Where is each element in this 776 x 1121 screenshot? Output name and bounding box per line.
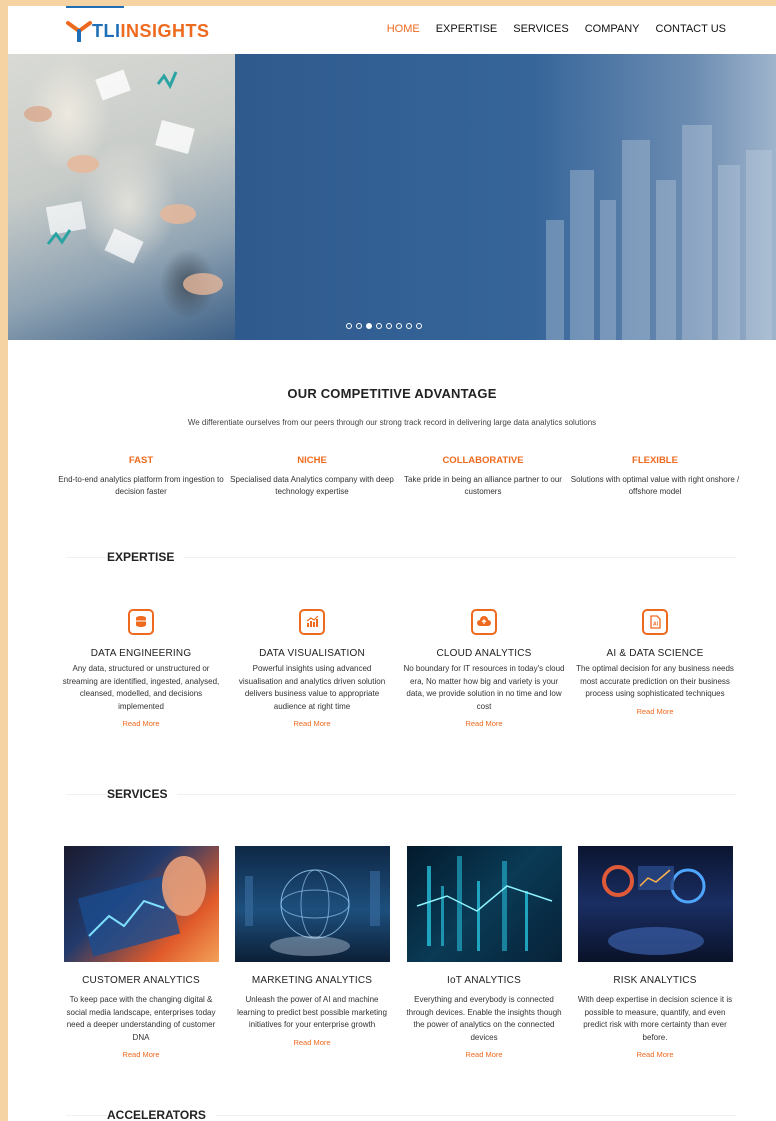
logo-text-tli: TLI: [92, 20, 121, 41]
read-more-link[interactable]: Read More: [574, 707, 736, 716]
service-desc: To keep pace with the changing digital &…: [66, 995, 216, 1042]
accelerators-heading-label: ACCELERATORS: [107, 1108, 216, 1121]
advantage-flexible: FLEXIBLE Solutions with optimal value wi…: [570, 455, 740, 498]
service-customer-analytics: CUSTOMER ANALYTICS To keep pace with the…: [60, 846, 222, 1059]
expertise-data-visualisation: DATA VISUALISATION Powerful insights usi…: [231, 609, 393, 728]
read-more-link[interactable]: Read More: [60, 1050, 222, 1059]
advantage-item-desc: Solutions with optimal value with right …: [570, 475, 740, 496]
advantage-item-title: COLLABORATIVE: [442, 455, 524, 466]
service-desc: Everything and everybody is connected th…: [406, 995, 562, 1042]
logo-mark-icon: [66, 21, 92, 42]
services-heading-label: SERVICES: [107, 787, 178, 801]
advantage-niche: NICHE Specialised data Analytics company…: [227, 455, 397, 498]
read-more-link[interactable]: Read More: [403, 1050, 565, 1059]
advantage-subtitle: We differentiate ourselves from our peer…: [187, 418, 597, 427]
logo-top-bar: [66, 6, 124, 8]
expertise-desc: No boundary for IT resources in today's …: [403, 664, 565, 711]
expertise-desc: Any data, structured or unstructured or …: [62, 664, 220, 711]
expertise-title: DATA ENGINEERING: [90, 648, 192, 659]
city-skyline: [536, 114, 776, 340]
service-title: CUSTOMER ANALYTICS: [82, 975, 200, 986]
slider-dot-2[interactable]: [356, 323, 362, 329]
nav-services[interactable]: SERVICES: [513, 23, 568, 35]
logo-text-insights: INSIGHTS: [120, 20, 210, 41]
expertise-title: AI & DATA SCIENCE: [606, 648, 704, 659]
advantage-fast: FAST End-to-end analytics platform from …: [56, 455, 226, 498]
service-iot-analytics: IoT ANALYTICS Everything and everybody i…: [403, 846, 565, 1059]
hero-slider: [8, 54, 776, 340]
nav-expertise[interactable]: EXPERTISE: [436, 23, 498, 35]
expertise-desc: The optimal decision for any business ne…: [576, 664, 734, 698]
expertise-title: CLOUD ANALYTICS: [436, 648, 532, 659]
database-icon: [128, 609, 154, 635]
page: TLI INSIGHTS HOME EXPERTISE SERVICES COMP…: [8, 6, 776, 1121]
nav-home[interactable]: HOME: [387, 23, 420, 35]
service-title: RISK ANALYTICS: [613, 975, 697, 986]
slider-dot-4[interactable]: [376, 323, 382, 329]
advantage-title: OUR COMPETITIVE ADVANTAGE: [287, 386, 497, 401]
svg-text:AI: AI: [653, 622, 659, 628]
services-heading: SERVICES: [66, 787, 736, 801]
advantage-item-title: NICHE: [297, 455, 327, 466]
advantage-item-title: FLEXIBLE: [632, 455, 678, 466]
read-more-link[interactable]: Read More: [231, 719, 393, 728]
hero-city-overlay: [235, 54, 776, 340]
iot-analytics-image[interactable]: [406, 846, 562, 962]
cloud-icon: [471, 609, 497, 635]
read-more-link[interactable]: Read More: [60, 719, 222, 728]
service-title: MARKETING ANALYTICS: [251, 975, 373, 986]
expertise-title: DATA VISUALISATION: [259, 648, 365, 659]
service-risk-analytics: RISK ANALYTICS With deep expertise in de…: [574, 846, 736, 1059]
slider-dot-1[interactable]: [346, 323, 352, 329]
service-desc: Unleash the power of AI and machine lear…: [237, 995, 387, 1029]
slider-dot-6[interactable]: [396, 323, 402, 329]
advantage-collaborative: COLLABORATIVE Take pride in being an all…: [398, 455, 568, 498]
slider-dots: [346, 323, 422, 329]
expertise-ai-data-science: AI AI & DATA SCIENCE The optimal decisio…: [574, 609, 736, 716]
accelerators-heading: ACCELERATORS: [66, 1108, 736, 1121]
slider-dot-7[interactable]: [406, 323, 412, 329]
advantage-item-desc: End-to-end analytics platform from inges…: [58, 475, 224, 496]
expertise-heading: EXPERTISE: [66, 550, 736, 564]
service-desc: With deep expertise in decision science …: [577, 995, 733, 1042]
slider-dot-8[interactable]: [416, 323, 422, 329]
read-more-link[interactable]: Read More: [574, 1050, 736, 1059]
read-more-link[interactable]: Read More: [231, 1038, 393, 1047]
advantage-item-desc: Take pride in being an alliance partner …: [404, 475, 562, 496]
site-header: TLI INSIGHTS HOME EXPERTISE SERVICES COMP…: [8, 6, 776, 54]
customer-analytics-image[interactable]: [63, 846, 219, 962]
site-logo[interactable]: TLI INSIGHTS: [66, 18, 210, 44]
marketing-analytics-image[interactable]: [234, 846, 390, 962]
nav-contact-us[interactable]: CONTACT US: [656, 23, 727, 35]
expertise-cloud-analytics: CLOUD ANALYTICS No boundary for IT resou…: [403, 609, 565, 728]
service-title: IoT ANALYTICS: [447, 975, 521, 986]
chart-icon: [299, 609, 325, 635]
risk-analytics-image[interactable]: [577, 846, 733, 962]
advantage-item-desc: Specialised data Analytics company with …: [230, 475, 394, 496]
expertise-data-engineering: DATA ENGINEERING Any data, structured or…: [60, 609, 222, 728]
hero-meeting-image: [8, 54, 235, 340]
nav-company[interactable]: COMPANY: [585, 23, 640, 35]
expertise-desc: Powerful insights using advanced visuali…: [238, 664, 386, 711]
slider-dot-5[interactable]: [386, 323, 392, 329]
expertise-heading-label: EXPERTISE: [107, 550, 185, 564]
read-more-link[interactable]: Read More: [403, 719, 565, 728]
slider-dot-3[interactable]: [366, 323, 372, 329]
main-nav: HOME EXPERTISE SERVICES COMPANY CONTACT …: [387, 23, 726, 35]
hero-photo-illustration: [24, 69, 223, 295]
ai-document-icon: AI: [642, 609, 668, 635]
advantage-item-title: FAST: [128, 455, 154, 466]
service-marketing-analytics: MARKETING ANALYTICS Unleash the power of…: [231, 846, 393, 1047]
